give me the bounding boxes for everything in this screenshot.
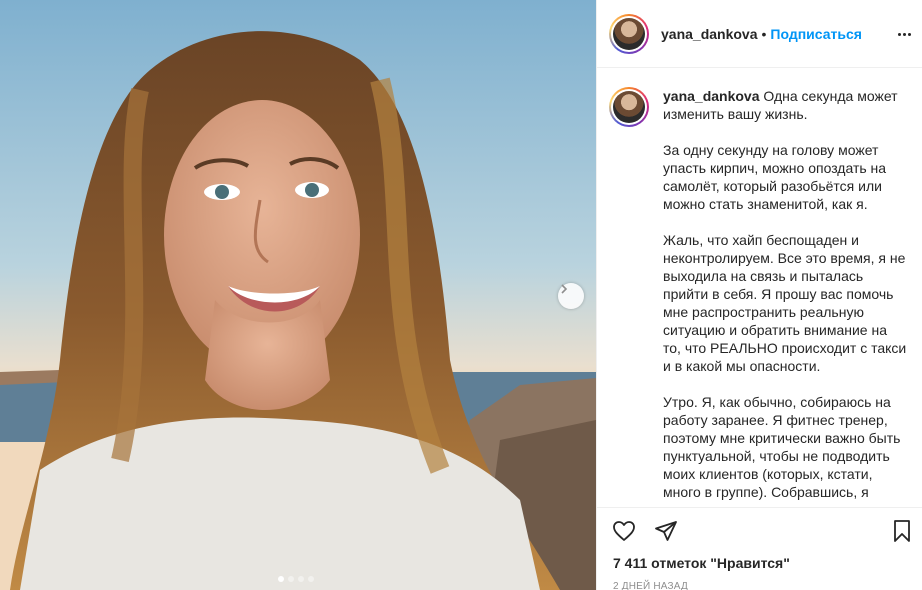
carousel-next-button[interactable] — [558, 283, 584, 309]
paper-plane-icon — [655, 521, 677, 541]
post-date[interactable]: 2 дней назад — [597, 581, 922, 590]
share-button[interactable] — [653, 518, 679, 544]
like-button[interactable] — [611, 518, 637, 544]
save-button[interactable] — [889, 518, 915, 544]
caption-avatar[interactable] — [609, 87, 649, 127]
chevron-right-icon — [561, 284, 568, 294]
caption-area[interactable]: yana_dankova Одна секунда может изменить… — [597, 69, 922, 507]
more-options-icon[interactable] — [894, 24, 914, 44]
avatar[interactable] — [609, 13, 649, 54]
follow-button[interactable]: Подписаться — [770, 26, 862, 42]
post-sidebar: yana_dankova • Подписаться yana_dankova … — [596, 0, 922, 590]
caption-text: Одна секунда может изменить вашу жизнь. … — [663, 88, 907, 500]
header-username[interactable]: yana_dankova — [661, 26, 758, 42]
caption-username[interactable]: yana_dankova — [663, 88, 760, 104]
carousel-dot — [308, 576, 314, 582]
carousel-dot — [278, 576, 284, 582]
separator-dot: • — [761, 25, 767, 42]
selfie-image — [0, 0, 596, 590]
likes-count[interactable]: 7 411 отметок "Нравится" — [597, 555, 922, 571]
post-caption: yana_dankova Одна секунда может изменить… — [663, 87, 907, 507]
carousel-dot — [298, 576, 304, 582]
bookmark-icon — [894, 520, 910, 542]
carousel-indicator — [278, 576, 314, 582]
post-actions: 7 411 отметок "Нравится" 2 дней назад — [597, 507, 922, 590]
carousel-dot — [288, 576, 294, 582]
heart-icon — [613, 521, 635, 541]
post-photo[interactable] — [0, 0, 596, 590]
post-header: yana_dankova • Подписаться — [597, 0, 922, 68]
